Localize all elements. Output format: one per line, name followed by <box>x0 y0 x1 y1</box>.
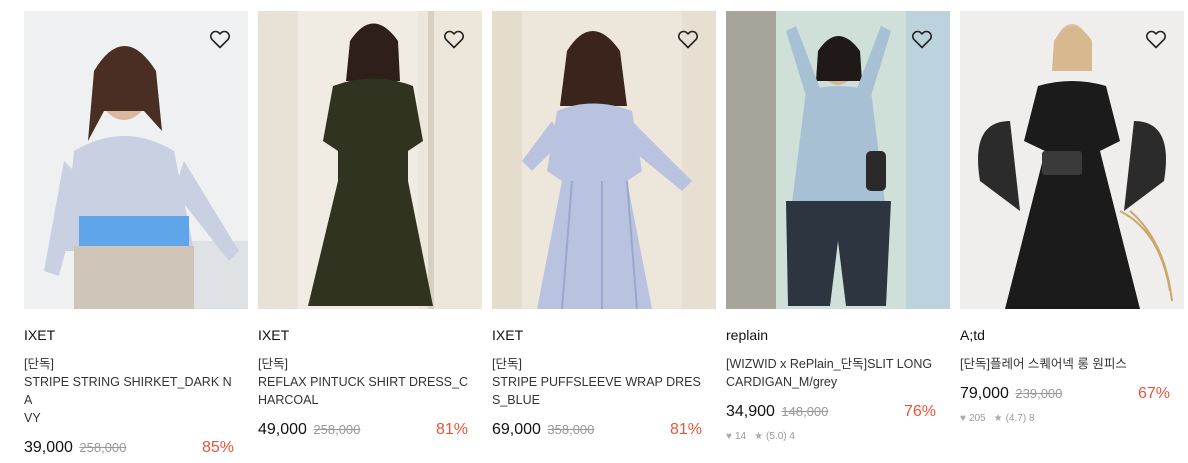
heart-icon: ♥ <box>960 412 966 424</box>
product-title-line: VY <box>24 411 41 425</box>
star-icon: ★ <box>754 430 764 442</box>
product-card[interactable]: replain [WIZWID x RePlain_단독]SLIT LONG C… <box>726 11 950 443</box>
brand-name[interactable]: IXET <box>258 326 482 344</box>
sale-price: 69,000 <box>492 421 541 438</box>
product-card[interactable]: IXET [단독] REFLAX PINTUCK SHIRT DRESS_C H… <box>258 11 482 441</box>
discount-rate: 81% <box>435 421 468 438</box>
product-title[interactable]: [단독] STRIPE STRING SHIRKET_DARK NA VY <box>24 355 238 427</box>
rating-score: (4.7) <box>1005 412 1027 424</box>
review-count: 8 <box>1028 412 1035 424</box>
product-grid: IXET [단독] STRIPE STRING SHIRKET_DARK NA … <box>0 0 1188 463</box>
product-title[interactable]: [단독] REFLAX PINTUCK SHIRT DRESS_C HARCOA… <box>258 355 472 409</box>
product-title-line: S_BLUE <box>492 393 540 407</box>
product-image[interactable] <box>258 11 482 309</box>
price-row: 79,000 239,000 67% <box>960 385 1184 405</box>
wishlist-heart-icon[interactable] <box>442 27 466 51</box>
price-row: 69,000 358,000 81% <box>492 421 716 441</box>
product-image[interactable] <box>960 11 1184 309</box>
review-count: 4 <box>789 430 795 442</box>
price-row: 34,900 148,000 76% <box>726 403 950 423</box>
wishlist-heart-icon[interactable] <box>910 27 934 51</box>
original-price: 258,000 <box>79 440 127 455</box>
brand-name[interactable]: IXET <box>492 326 716 344</box>
likes-count: 205 <box>968 412 986 424</box>
product-card[interactable]: IXET [단독] STRIPE PUFFSLEEVE WRAP DRES S_… <box>492 11 716 441</box>
product-title-line: REFLAX PINTUCK SHIRT DRESS_C <box>258 375 469 389</box>
rating-score: (5.0) <box>766 430 787 442</box>
product-tag: [단독] <box>24 357 54 371</box>
original-price: 239,000 <box>1015 386 1063 401</box>
likes-count: 14 <box>734 430 747 442</box>
product-image[interactable] <box>24 11 248 309</box>
star-icon: ★ <box>993 412 1003 424</box>
discount-rate: 81% <box>669 421 702 438</box>
wishlist-heart-icon[interactable] <box>676 27 700 51</box>
original-price: 148,000 <box>781 404 829 419</box>
sale-price: 79,000 <box>960 385 1009 402</box>
discount-rate: 85% <box>201 439 234 456</box>
wishlist-heart-icon[interactable] <box>1144 27 1168 51</box>
discount-rate: 67% <box>1137 385 1170 402</box>
product-title-line: STRIPE STRING SHIRKET_DARK NA <box>24 375 232 407</box>
product-image[interactable] <box>492 11 716 309</box>
product-photo-model-stripe-shirt <box>24 11 248 309</box>
product-card[interactable]: A;td [단독]플레어 스퀘어넥 롱 원피스 79,000 239,000 6… <box>960 11 1184 425</box>
sale-price: 39,000 <box>24 439 73 456</box>
brand-name[interactable]: replain <box>726 326 950 344</box>
product-tag: [단독] <box>258 357 288 371</box>
product-title[interactable]: [단독]플레어 스퀘어넥 롱 원피스 <box>960 355 1174 373</box>
product-photo-model-blue-wrap-dress <box>492 11 716 309</box>
product-title-line: [단독]플레어 스퀘어넥 롱 원피스 <box>960 357 1127 371</box>
sale-price: 34,900 <box>726 403 775 420</box>
product-title-line: [WIZWID x RePlain_단독]SLIT LONG <box>726 357 933 371</box>
sale-price: 49,000 <box>258 421 307 438</box>
original-price: 258,000 <box>313 422 361 437</box>
original-price: 358,000 <box>547 422 595 437</box>
product-tag: [단독] <box>492 357 522 371</box>
brand-name[interactable]: A;td <box>960 326 1184 344</box>
product-photo-model-grey-cardigan <box>726 11 950 309</box>
brand-name[interactable]: IXET <box>24 326 248 344</box>
product-photo-model-charcoal-dress <box>258 11 482 309</box>
price-row: 39,000 258,000 85% <box>24 439 248 459</box>
price-row: 49,000 258,000 81% <box>258 421 482 441</box>
product-stats: ♥ 14 ★ (5.0) 4 <box>726 429 950 443</box>
product-stats: ♥ 205 ★ (4.7) 8 <box>960 411 1184 425</box>
discount-rate: 76% <box>903 403 936 420</box>
product-title[interactable]: [WIZWID x RePlain_단독]SLIT LONG CARDIGAN_… <box>726 355 940 391</box>
product-image[interactable] <box>726 11 950 309</box>
product-title-line: CARDIGAN_M/grey <box>726 375 838 389</box>
heart-icon: ♥ <box>726 430 732 442</box>
wishlist-heart-icon[interactable] <box>208 27 232 51</box>
product-photo-model-black-flare-dress <box>960 11 1184 309</box>
product-title-line: STRIPE PUFFSLEEVE WRAP DRES <box>492 375 701 389</box>
product-card[interactable]: IXET [단독] STRIPE STRING SHIRKET_DARK NA … <box>24 11 248 459</box>
product-title-line: HARCOAL <box>258 393 319 407</box>
product-title[interactable]: [단독] STRIPE PUFFSLEEVE WRAP DRES S_BLUE <box>492 355 706 409</box>
